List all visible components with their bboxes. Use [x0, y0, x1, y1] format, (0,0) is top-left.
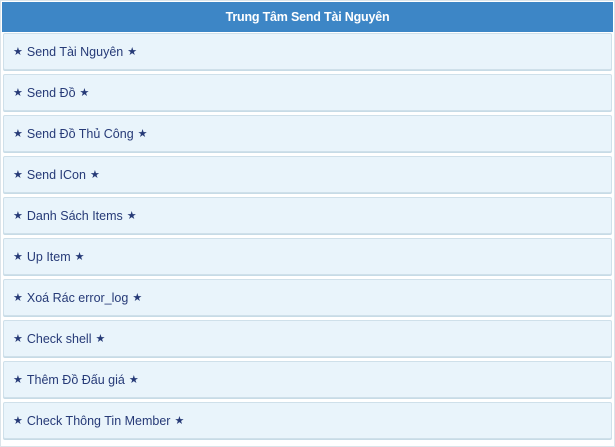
menu-item-send-do-thu-cong[interactable]: ★ Send Đồ Thủ Công ★ — [3, 115, 612, 152]
menu-item-send-do[interactable]: ★ Send Đồ ★ — [3, 74, 612, 111]
menu-item-send-tai-nguyen[interactable]: ★ Send Tài Nguyên ★ — [3, 33, 612, 70]
menu-item-danh-sach-items[interactable]: ★ Danh Sách Items ★ — [3, 197, 612, 234]
menu-item-check-shell[interactable]: ★ Check shell ★ — [3, 320, 612, 357]
menu-item-label: Up Item — [26, 249, 71, 264]
star-icon: ★ — [13, 414, 23, 427]
star-icon: ★ — [79, 86, 90, 99]
star-icon: ★ — [132, 291, 143, 304]
star-icon: ★ — [13, 250, 23, 263]
star-icon: ★ — [13, 291, 23, 304]
star-icon: ★ — [127, 45, 138, 58]
menu-item-label: Send Đồ — [26, 85, 76, 100]
star-icon: ★ — [174, 414, 185, 427]
star-icon: ★ — [13, 127, 23, 140]
menu-item-label: Xoá Rác error_log — [26, 290, 129, 305]
menu-item-check-thong-tin-member[interactable]: ★ Check Thông Tin Member ★ — [3, 402, 612, 439]
star-icon: ★ — [89, 168, 100, 181]
star-icon: ★ — [128, 373, 139, 386]
menu-item-label: Thêm Đồ Đấu giá — [26, 372, 125, 387]
resource-panel: Trung Tâm Send Tài Nguyên ★ Send Tài Ngu… — [0, 0, 615, 447]
panel-title: Trung Tâm Send Tài Nguyên — [2, 2, 613, 32]
menu-item-label: Send Tài Nguyên — [26, 44, 124, 59]
menu-item-label: Danh Sách Items — [26, 208, 123, 223]
menu-item-label: Send Đồ Thủ Công — [26, 126, 134, 141]
menu-item-label: Check shell — [26, 331, 92, 346]
menu-list: ★ Send Tài Nguyên ★ ★ Send Đồ ★ ★ Send Đ… — [3, 33, 612, 443]
star-icon: ★ — [137, 127, 148, 140]
star-icon: ★ — [13, 373, 23, 386]
star-icon: ★ — [95, 332, 106, 345]
menu-item-label: Check Thông Tin Member — [26, 413, 171, 428]
menu-item-label: Send ICon — [26, 167, 86, 182]
star-icon: ★ — [13, 332, 23, 345]
star-icon: ★ — [13, 168, 23, 181]
star-icon: ★ — [13, 86, 23, 99]
menu-item-them-do-dau-gia[interactable]: ★ Thêm Đồ Đấu giá ★ — [3, 361, 612, 398]
menu-item-send-icon[interactable]: ★ Send ICon ★ — [3, 156, 612, 193]
star-icon: ★ — [13, 45, 23, 58]
star-icon: ★ — [126, 209, 137, 222]
menu-item-up-item[interactable]: ★ Up Item ★ — [3, 238, 612, 275]
star-icon: ★ — [74, 250, 85, 263]
menu-item-xoa-rac-error-log[interactable]: ★ Xoá Rác error_log ★ — [3, 279, 612, 316]
star-icon: ★ — [13, 209, 23, 222]
